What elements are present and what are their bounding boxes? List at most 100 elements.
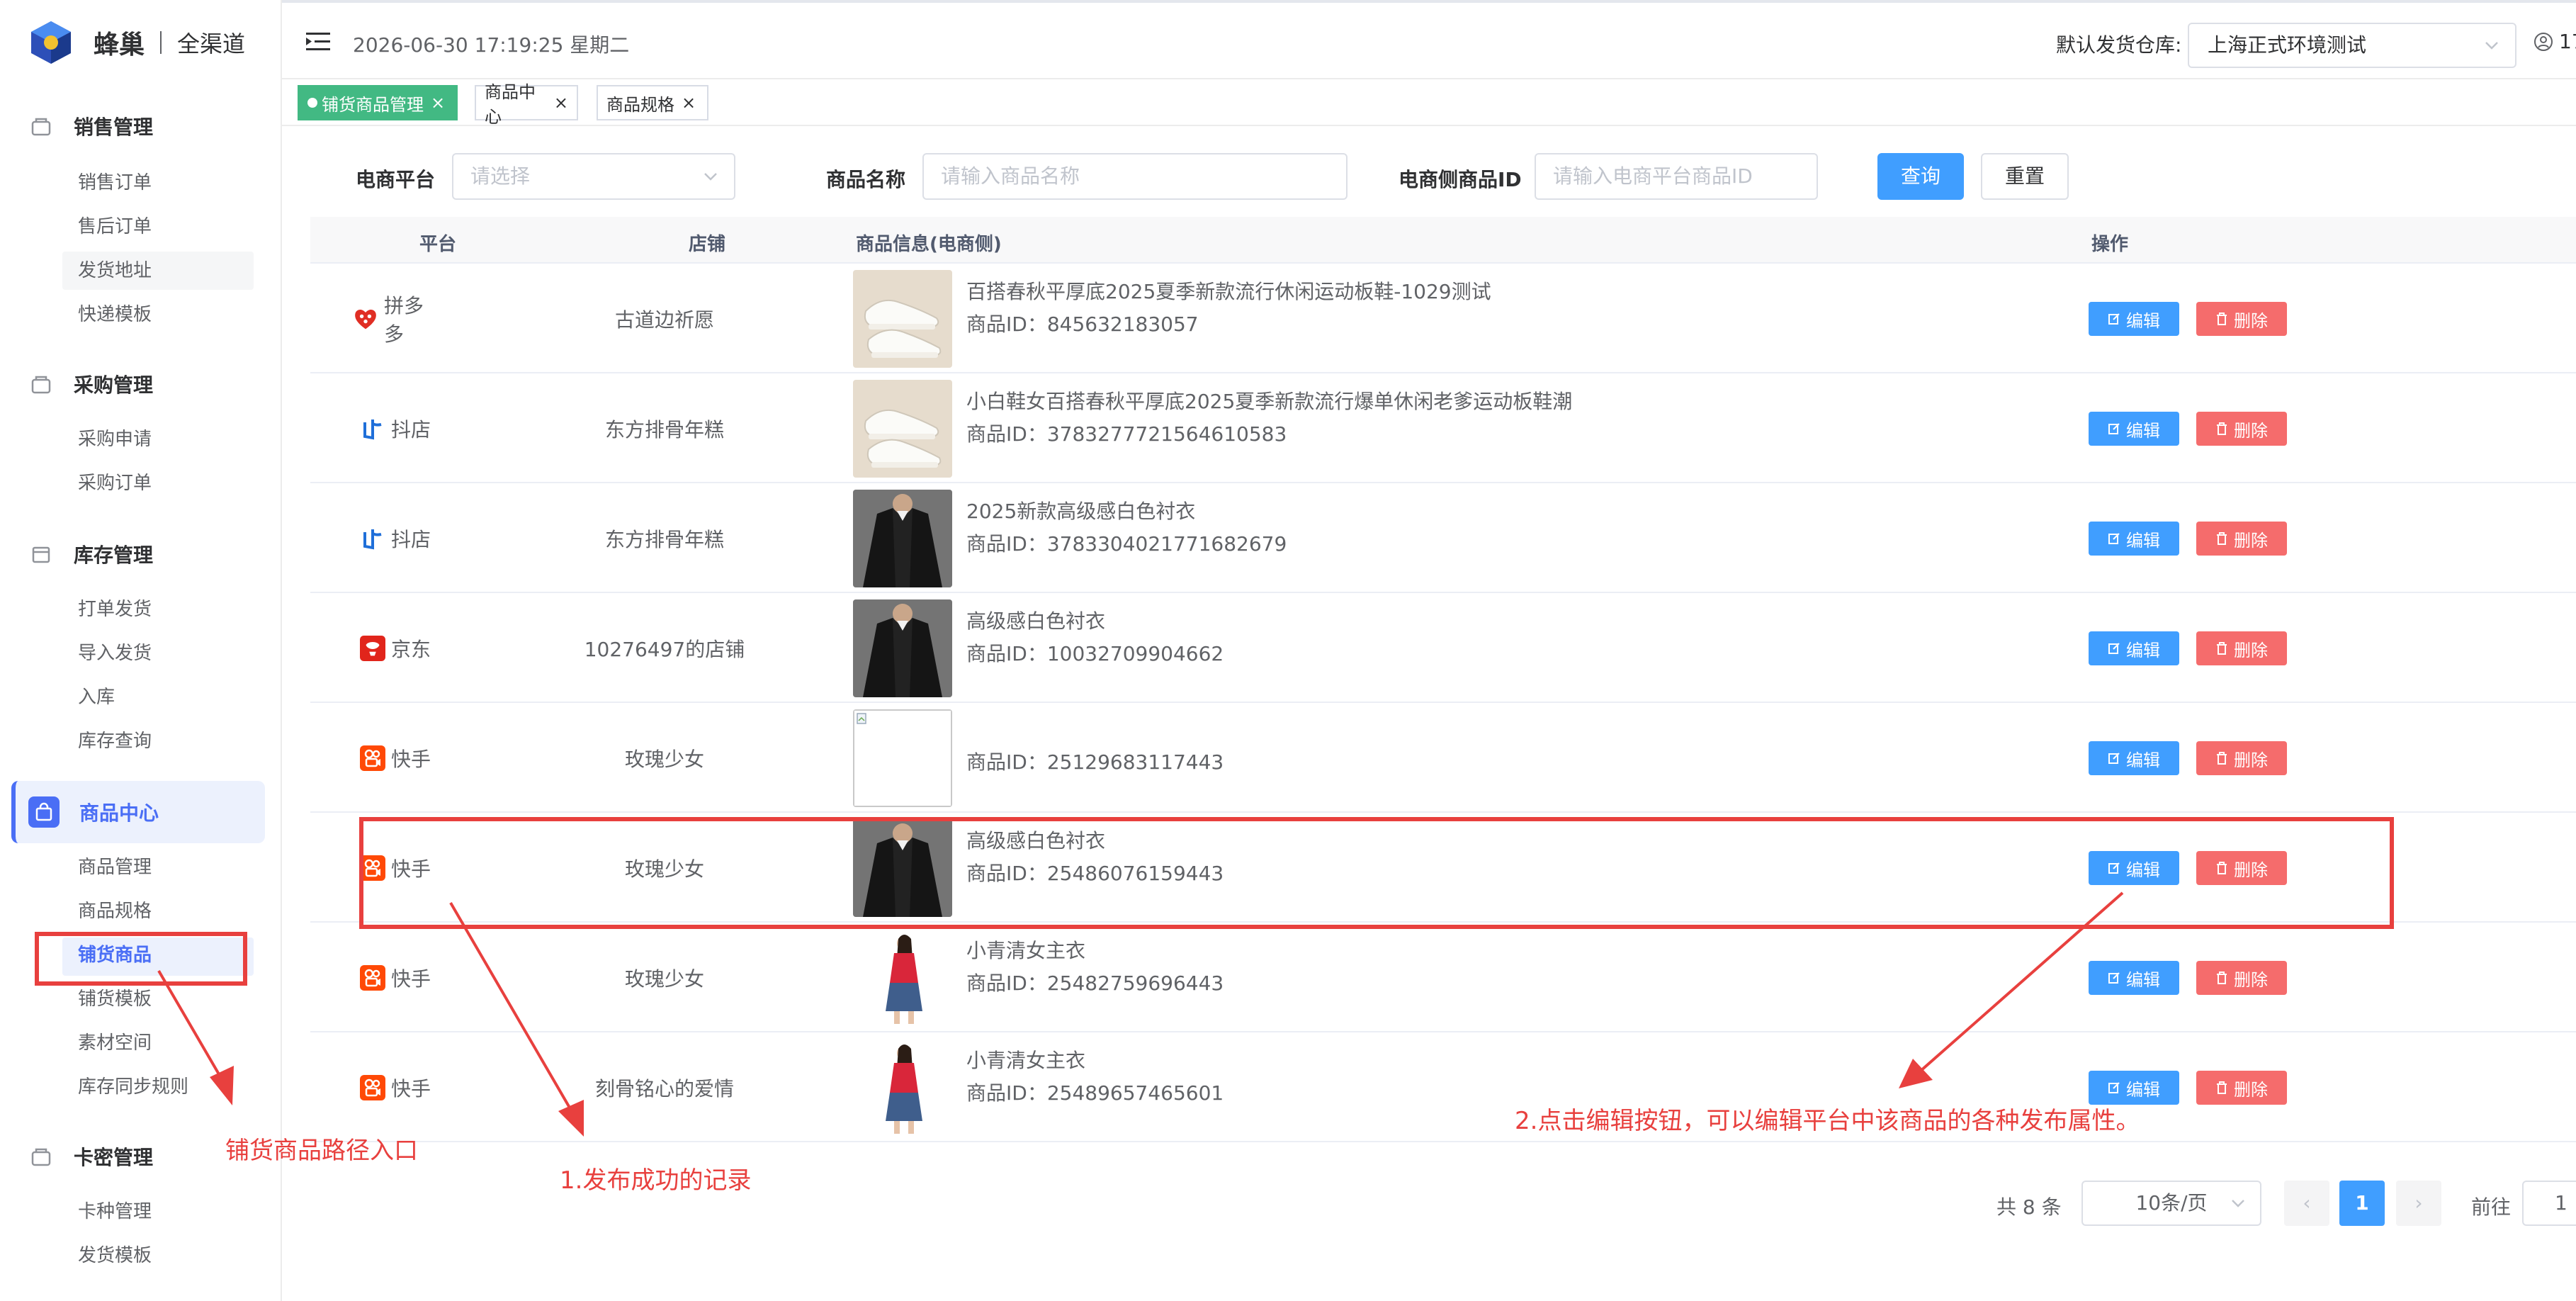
delete-button-label: 删除 (2234, 420, 2268, 441)
product-id: 商品ID：3783304021771682679 (966, 532, 1287, 556)
delete-button[interactable]: 删除 (2196, 302, 2287, 336)
product-title: 小白鞋女百搭春秋平厚底2025夏季新款流行爆单休闲老爹运动板鞋潮 (966, 390, 1573, 413)
reset-button[interactable]: 重置 (1981, 153, 2069, 200)
delete-button[interactable]: 删除 (2196, 741, 2287, 775)
douyin-icon (360, 416, 385, 441)
close-icon[interactable]: × (431, 93, 445, 113)
delete-button[interactable]: 删除 (2196, 851, 2287, 885)
delete-icon (2217, 532, 2227, 545)
warehouse-select[interactable]: 上海正式环境测试 (2188, 23, 2516, 68)
edit-icon (2108, 313, 2120, 325)
menu-item-ship-address[interactable]: 发货地址 (78, 257, 152, 285)
edit-button[interactable]: 编辑 (2089, 961, 2179, 995)
delete-button[interactable]: 删除 (2196, 1071, 2287, 1105)
delete-button-label: 删除 (2234, 860, 2268, 880)
product-thumbnail-dress (853, 1039, 952, 1137)
menu-item-stock-sync-rule[interactable]: 库存同步规则 (78, 1073, 188, 1101)
delete-icon (2217, 971, 2227, 984)
edit-button[interactable]: 编辑 (2089, 851, 2179, 885)
platform-name: 拼多多 (384, 293, 424, 346)
delete-button[interactable]: 删除 (2196, 961, 2287, 995)
product-thumbnail (853, 380, 952, 478)
product-id: 商品ID：3783277721564610583 (966, 422, 1287, 446)
product-title: 高级感白色衬衣 (966, 609, 1106, 633)
menu-group-card[interactable]: 卡密管理 (28, 1142, 153, 1171)
menu-item-distribution-template[interactable]: 铺货模板 (78, 985, 152, 1013)
edit-button[interactable]: 编辑 (2089, 522, 2179, 556)
platform-name: 抖店 (390, 417, 431, 441)
menu-item-ship-template[interactable]: 发货模板 (78, 1241, 152, 1270)
table-row: 快手 玫瑰少女 小青清女主衣 商品ID：25482759696443 编辑 删除 (310, 923, 2576, 1032)
menu-group-product-center[interactable]: 商品中心 (28, 796, 159, 828)
product-name-input[interactable]: 请输入商品名称 (922, 153, 1348, 200)
wallet-icon (28, 371, 54, 397)
pinduoduo-icon (353, 306, 378, 332)
menu-group-purchase[interactable]: 采购管理 (28, 370, 153, 398)
menu-item-card-type[interactable]: 卡种管理 (78, 1198, 152, 1226)
platform-select[interactable]: 请选择 (452, 153, 735, 200)
menu-group-inventory[interactable]: 库存管理 (28, 540, 153, 568)
menu-item-material-space[interactable]: 素材空间 (78, 1029, 152, 1057)
user-icon (2534, 32, 2553, 51)
warehouse-label: 默认发货仓库: (2056, 33, 2182, 57)
shop-name: 玫瑰少女 (624, 747, 704, 771)
box-icon (28, 541, 54, 567)
shop-name: 东方排骨年糕 (604, 527, 724, 551)
query-button[interactable]: 查询 (1877, 153, 1964, 200)
edit-button[interactable]: 编辑 (2089, 302, 2179, 336)
table-row: 抖店 东方排骨年糕 2025新款高级感白色衬衣 商品ID：37833040217… (310, 483, 2576, 593)
menu-item-stock-in[interactable]: 入库 (78, 683, 115, 711)
platform-name: 快手 (390, 747, 431, 771)
edit-icon (2108, 533, 2120, 544)
menu-item-distribution-product[interactable]: 铺货商品 (78, 941, 152, 969)
edit-button[interactable]: 编辑 (2089, 1071, 2179, 1105)
menu-fold-icon[interactable] (306, 31, 330, 52)
column-header-actions: 操作 (2091, 234, 2129, 255)
edit-button[interactable]: 编辑 (2089, 741, 2179, 775)
edit-icon (2108, 423, 2120, 434)
douyin-icon (360, 526, 385, 551)
edit-button-label: 编辑 (2126, 640, 2160, 660)
delete-button[interactable]: 删除 (2196, 412, 2287, 446)
table-row: 快手 玫瑰少女 商品ID：25129683117443 编辑 删除 (310, 703, 2576, 813)
delete-button[interactable]: 删除 (2196, 522, 2287, 556)
table-row: 拼多多 古道边祈愿 百搭春秋平厚底2025夏季新款流行休闲运动板鞋-1029测试… (310, 264, 2576, 373)
menu-item-after-sales[interactable]: 售后订单 (78, 213, 152, 241)
annotation-edit-hint: 2.点击编辑按钮，可以编辑平台中该商品的各种发布属性。 (1515, 1107, 2140, 1135)
product-name-label: 商品名称 (826, 168, 906, 191)
menu-item-express-template[interactable]: 快递模板 (78, 300, 152, 329)
edit-button-label: 编辑 (2126, 1079, 2160, 1100)
menu-item-import-ship[interactable]: 导入发货 (78, 639, 152, 668)
user-menu[interactable]: 1789885 (2533, 30, 2576, 53)
close-icon[interactable]: × (682, 93, 696, 113)
menu-item-product-spec[interactable]: 商品规格 (78, 897, 152, 925)
menu-item-print-ship[interactable]: 打单发货 (78, 595, 152, 624)
platform-name: 快手 (390, 1076, 431, 1100)
edit-button[interactable]: 编辑 (2089, 412, 2179, 446)
menu-item-purchase-order[interactable]: 采购订单 (78, 469, 152, 497)
product-thumbnail-shoe (853, 380, 952, 478)
edit-button[interactable]: 编辑 (2089, 631, 2179, 665)
menu-item-sales-order[interactable]: 销售订单 (78, 169, 152, 197)
page-number-button[interactable]: 1 (2339, 1181, 2385, 1226)
prev-page-button[interactable]: ‹ (2284, 1181, 2329, 1226)
platform-product-id-input[interactable]: 请输入电商平台商品ID (1535, 153, 1818, 200)
platform-cell: 快手 (353, 813, 438, 923)
menu-item-product-manage[interactable]: 商品管理 (78, 853, 152, 882)
goto-page-input[interactable]: 1 (2522, 1181, 2576, 1226)
delete-button-label: 删除 (2234, 1079, 2268, 1100)
pagination-total: 共 8 条 (1996, 1195, 2062, 1219)
close-icon[interactable]: × (554, 93, 568, 113)
menu-group-sales[interactable]: 销售管理 (28, 112, 153, 140)
platform-cell: 拼多多 (353, 264, 438, 373)
page-size-select[interactable]: 10条/页 (2081, 1181, 2261, 1226)
active-dot-icon (307, 98, 317, 108)
menu-item-purchase-request[interactable]: 采购申请 (78, 425, 152, 454)
tab-product-center[interactable]: 商品中心 × (475, 82, 578, 127)
next-page-button[interactable]: › (2396, 1181, 2441, 1226)
delete-button[interactable]: 删除 (2196, 631, 2287, 665)
menu-item-stock-query[interactable]: 库存查询 (78, 727, 152, 755)
tab-product-spec[interactable]: 商品规格 × (597, 85, 708, 120)
tab-distribution-manage[interactable]: 铺货商品管理 × (298, 85, 458, 120)
product-id: 商品ID：845632183057 (966, 312, 1199, 336)
